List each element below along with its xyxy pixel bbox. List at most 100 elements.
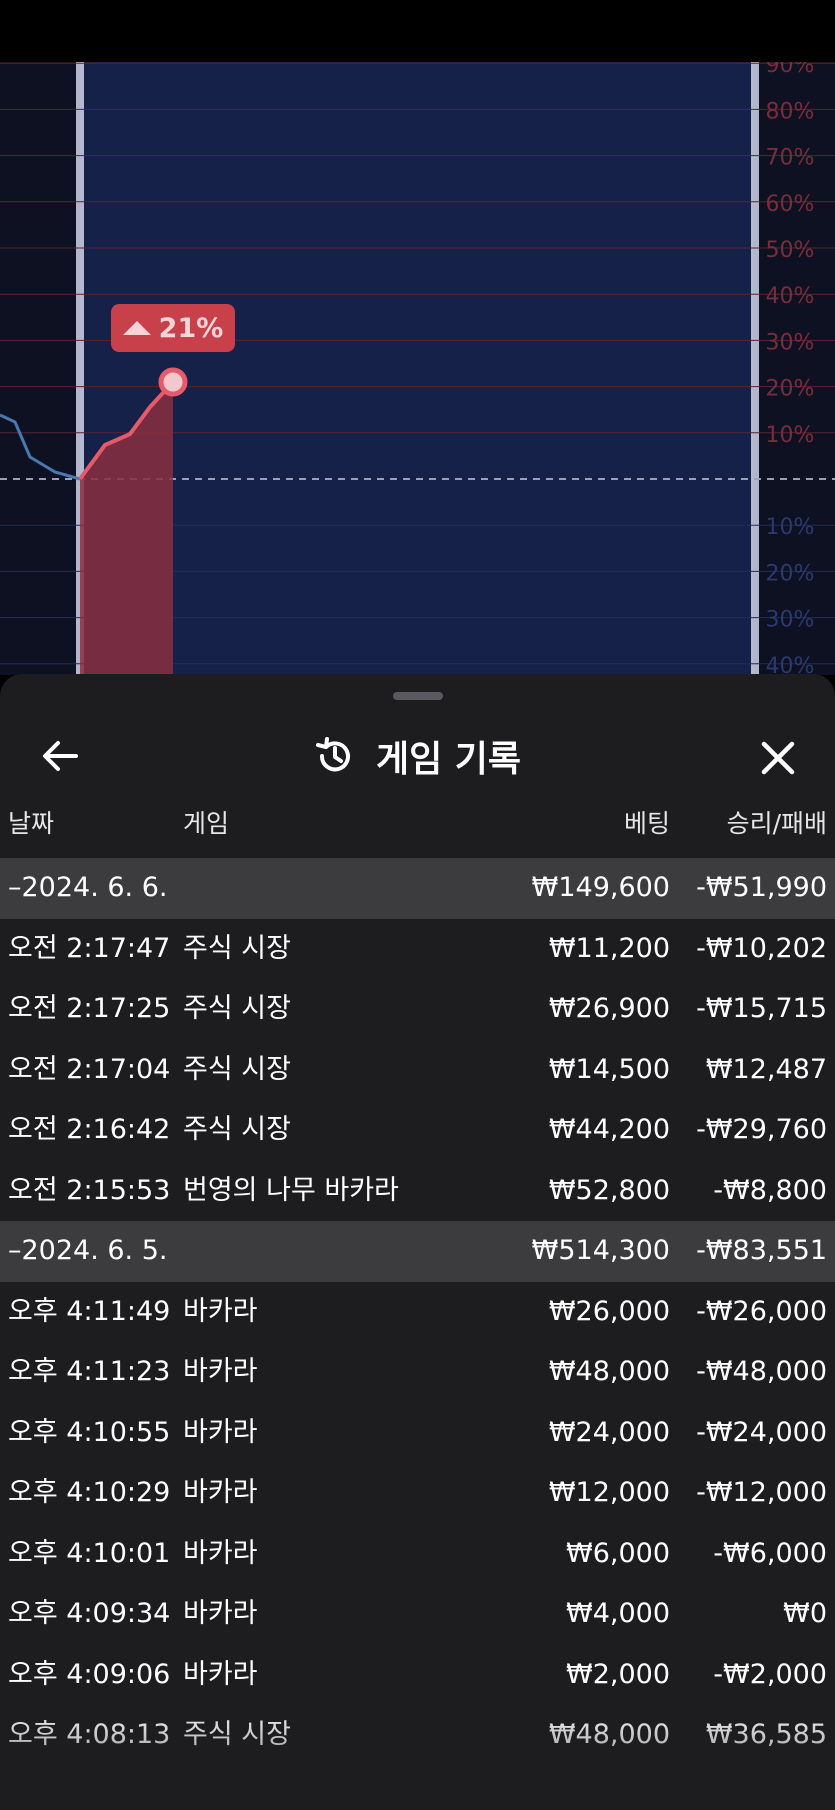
history-row: 오후 4:10:29 바카라 ₩12,000 -₩12,000 bbox=[0, 1463, 835, 1524]
y-tick-down: 20% bbox=[766, 561, 815, 586]
row-bet: ₩24,000 bbox=[548, 1416, 670, 1448]
history-row: 오후 4:10:55 바카라 ₩24,000 -₩24,000 bbox=[0, 1403, 835, 1464]
row-result: -₩51,990 bbox=[696, 872, 827, 903]
row-game: 주식 시장 bbox=[183, 1114, 291, 1145]
row-bet: ₩14,500 bbox=[548, 1053, 670, 1085]
history-row: 오후 4:11:49 바카라 ₩26,000 -₩26,000 bbox=[0, 1282, 835, 1343]
sheet-title: 게임 기록 bbox=[375, 739, 521, 780]
row-date: 오전 2:15:53 bbox=[8, 1174, 171, 1206]
row-date: 오후 4:09:06 bbox=[8, 1658, 171, 1690]
row-bet: ₩52,800 bbox=[548, 1174, 670, 1206]
bottom-fade bbox=[0, 1704, 835, 1810]
y-tick-up: 50% bbox=[766, 238, 815, 263]
y-tick-up: 60% bbox=[766, 192, 815, 217]
y-tick-up: 80% bbox=[766, 99, 815, 124]
chart-canvas: 90% 80% 70% 60% 50% 40% 30% 20% 10% 10% 20% 30% 40% bbox=[0, 62, 835, 675]
table-header: 날짜 게임 베팅 승리/패배 bbox=[0, 804, 835, 848]
history-row: 오후 4:09:06 바카라 ₩2,000 -₩2,000 bbox=[0, 1645, 835, 1706]
row-result: -₩6,000 bbox=[713, 1537, 827, 1569]
row-game: 주식 시장 bbox=[183, 1053, 291, 1085]
column-date: 날짜 bbox=[8, 809, 55, 838]
history-row: 오전 2:15:53 번영의 나무 바카라 ₩52,800 -₩8,800 bbox=[0, 1161, 835, 1222]
row-date: 오후 4:10:29 bbox=[8, 1477, 171, 1508]
row-result: -₩26,000 bbox=[696, 1295, 827, 1327]
y-tick-up: 30% bbox=[766, 330, 815, 355]
row-game: 바카라 bbox=[183, 1598, 258, 1629]
row-game: 주식 시장 bbox=[183, 932, 291, 964]
row-date: –2024. 6. 5. bbox=[8, 1235, 168, 1266]
history-region bbox=[0, 62, 80, 675]
history-row: 오후 4:09:34 바카라 ₩4,000 ₩0 bbox=[0, 1584, 835, 1645]
close-icon bbox=[761, 741, 795, 775]
date-group-row[interactable]: –2024. 6. 5. ₩514,300 -₩83,551 bbox=[0, 1221, 835, 1282]
history-list: –2024. 6. 6. ₩149,600 -₩51,990 오전 2:17:47 주식… bbox=[0, 858, 835, 1766]
row-date: 오후 4:09:34 bbox=[8, 1598, 171, 1629]
row-bet: ₩514,300 bbox=[531, 1235, 670, 1266]
row-game: 주식 시장 bbox=[183, 993, 291, 1024]
row-date: 오후 4:10:55 bbox=[8, 1416, 171, 1448]
y-tick-down: 10% bbox=[766, 515, 815, 540]
row-date: 오전 2:17:47 bbox=[8, 932, 171, 964]
row-date: 오후 4:10:01 bbox=[8, 1537, 171, 1569]
row-game: 바카라 bbox=[183, 1658, 258, 1690]
row-game: 바카라 bbox=[183, 1537, 258, 1569]
y-tick-up: 90% bbox=[766, 62, 815, 78]
history-row: 오후 4:11:23 바카라 ₩48,000 -₩48,000 bbox=[0, 1342, 835, 1403]
stock-chart: 90% 80% 70% 60% 50% 40% 30% 20% 10% 10% 20% 30% 40% … bbox=[0, 62, 835, 675]
history-row: 오전 2:17:04 주식 시장 ₩14,500 ₩12,487 bbox=[0, 1040, 835, 1101]
row-result: -₩10,202 bbox=[696, 932, 827, 964]
up-triangle-icon bbox=[122, 321, 151, 335]
column-bet: 베팅 bbox=[623, 809, 670, 838]
date-group-row[interactable]: –2024. 6. 6. ₩149,600 -₩51,990 bbox=[0, 858, 835, 919]
row-bet: ₩149,600 bbox=[531, 872, 670, 903]
change-badge-label: 21% bbox=[158, 312, 224, 344]
current-point bbox=[158, 367, 188, 397]
row-bet: ₩12,000 bbox=[548, 1477, 670, 1508]
round-end-line bbox=[751, 62, 759, 675]
column-game: 게임 bbox=[183, 809, 230, 838]
row-bet: ₩11,200 bbox=[548, 932, 670, 964]
y-tick-up: 40% bbox=[766, 284, 815, 309]
row-game: 바카라 bbox=[183, 1295, 258, 1327]
row-result: -₩2,000 bbox=[713, 1658, 827, 1690]
row-bet: ₩4,000 bbox=[566, 1598, 670, 1629]
row-bet: ₩26,000 bbox=[548, 1295, 670, 1327]
column-result: 승리/패배 bbox=[726, 809, 827, 838]
row-date: –2024. 6. 6. bbox=[8, 872, 168, 903]
row-date: 오전 2:17:25 bbox=[8, 993, 171, 1024]
row-date: 오후 4:11:49 bbox=[8, 1295, 171, 1327]
row-game: 바카라 bbox=[183, 1356, 258, 1387]
sheet-title-wrap: 게임 기록 bbox=[0, 732, 835, 780]
y-tick-up: 20% bbox=[766, 377, 815, 402]
y-tick-down: 40% bbox=[766, 654, 815, 675]
history-row: 오전 2:17:25 주식 시장 ₩26,900 -₩15,715 bbox=[0, 979, 835, 1040]
row-result: -₩83,551 bbox=[696, 1235, 827, 1266]
active-region bbox=[80, 62, 754, 675]
row-result: -₩48,000 bbox=[696, 1356, 827, 1387]
row-bet: ₩2,000 bbox=[566, 1658, 670, 1690]
row-result: ₩0 bbox=[783, 1598, 827, 1629]
y-tick-down: 30% bbox=[766, 608, 815, 633]
row-result: -₩15,715 bbox=[696, 993, 827, 1024]
sheet-header: 게임 기록 bbox=[0, 714, 835, 814]
row-bet: ₩26,900 bbox=[548, 993, 670, 1024]
row-result: -₩12,000 bbox=[696, 1477, 827, 1508]
row-date: 오전 2:16:42 bbox=[8, 1114, 171, 1145]
close-button[interactable] bbox=[752, 732, 804, 784]
y-tick-up: 10% bbox=[766, 423, 815, 448]
row-bet: ₩48,000 bbox=[548, 1356, 670, 1387]
history-icon bbox=[315, 737, 350, 772]
history-row: 오전 2:17:47 주식 시장 ₩11,200 -₩10,202 bbox=[0, 919, 835, 980]
row-result: -₩29,760 bbox=[696, 1114, 827, 1145]
row-bet: ₩6,000 bbox=[566, 1537, 670, 1569]
history-row: 오후 4:10:01 바카라 ₩6,000 -₩6,000 bbox=[0, 1524, 835, 1585]
row-result: -₩24,000 bbox=[696, 1416, 827, 1448]
row-date: 오전 2:17:04 bbox=[8, 1053, 171, 1085]
row-result: ₩12,487 bbox=[705, 1053, 827, 1085]
y-tick-up: 70% bbox=[766, 146, 815, 171]
drag-handle[interactable] bbox=[393, 692, 443, 700]
row-game: 바카라 bbox=[183, 1416, 258, 1448]
game-history-sheet: 게임 기록 날짜 게임 베팅 승리/패배 –2024. 6. 6. ₩149,60… bbox=[0, 674, 835, 1810]
history-row: 오전 2:16:42 주식 시장 ₩44,200 -₩29,760 bbox=[0, 1100, 835, 1161]
row-game: 바카라 bbox=[183, 1477, 258, 1508]
